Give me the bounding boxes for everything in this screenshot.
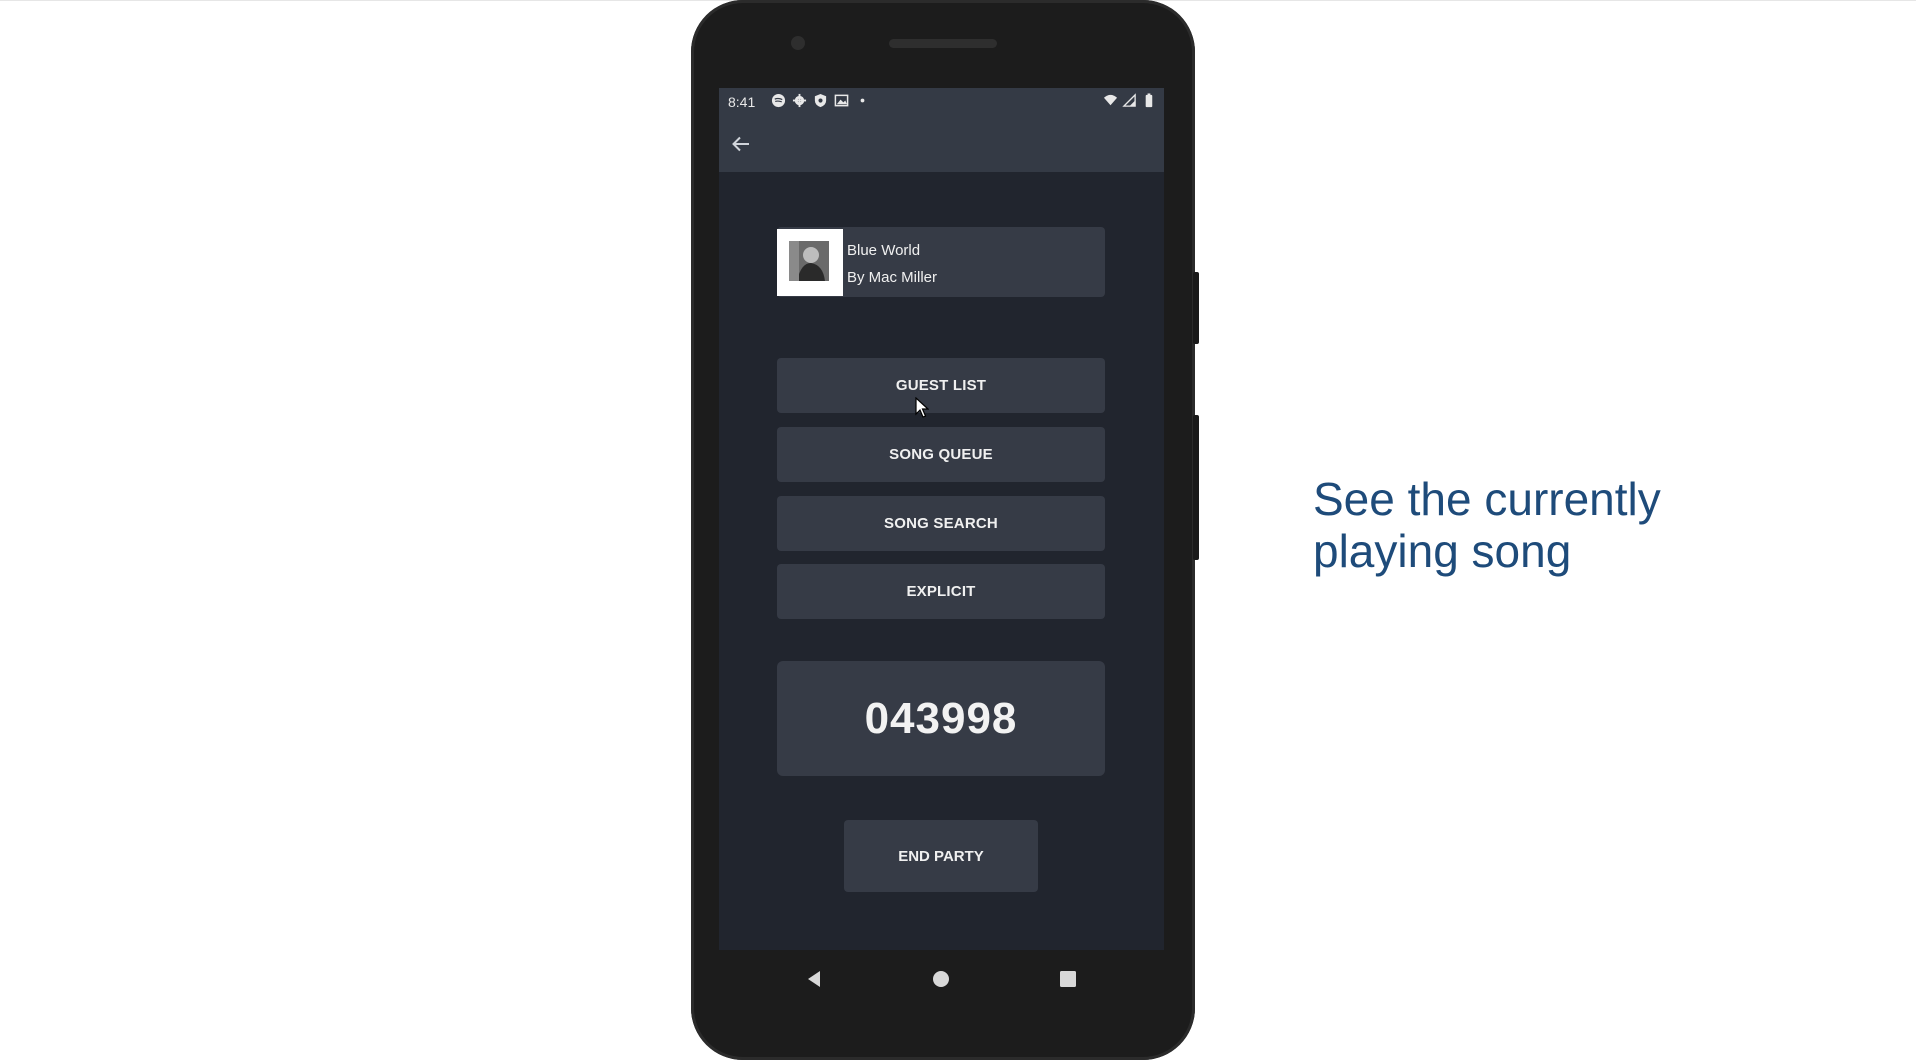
image-icon bbox=[834, 94, 849, 107]
wifi-icon bbox=[1103, 94, 1118, 106]
song-search-button[interactable]: SONG SEARCH bbox=[777, 496, 1105, 551]
front-camera bbox=[791, 36, 805, 50]
guest-list-button[interactable]: GUEST LIST bbox=[777, 358, 1105, 413]
battery-icon bbox=[1145, 93, 1153, 108]
song-queue-button[interactable]: SONG QUEUE bbox=[777, 427, 1105, 482]
album-cover-image bbox=[789, 241, 829, 281]
gear-icon bbox=[792, 93, 807, 108]
app-bar bbox=[719, 116, 1164, 172]
arrow-left-icon bbox=[732, 136, 749, 152]
back-triangle-icon bbox=[808, 971, 820, 987]
party-code: 043998 bbox=[777, 661, 1105, 776]
end-party-button[interactable]: END PARTY bbox=[844, 820, 1038, 892]
back-button[interactable] bbox=[725, 128, 757, 160]
status-bar: 8:41 bbox=[719, 88, 1164, 116]
mouse-cursor-icon bbox=[915, 396, 930, 424]
shield-icon bbox=[814, 93, 827, 108]
earpiece-speaker bbox=[889, 39, 997, 48]
side-button-volume bbox=[1193, 415, 1199, 560]
explicit-button[interactable]: EXPLICIT bbox=[777, 564, 1105, 619]
now-playing-card[interactable]: Blue World By Mac Miller bbox=[777, 227, 1105, 297]
song-artist: By Mac Miller bbox=[847, 269, 938, 286]
dot-icon bbox=[860, 98, 865, 103]
phone-screen: 8:41 Blue World By Mac Miller GUEST LIST… bbox=[719, 88, 1164, 950]
home-circle-icon bbox=[933, 971, 949, 987]
spotify-icon bbox=[771, 93, 786, 108]
nav-home-button[interactable] bbox=[926, 964, 956, 994]
caption-line-1: See the currently bbox=[1313, 473, 1661, 525]
nav-recents-button[interactable] bbox=[1053, 964, 1083, 994]
recents-square-icon bbox=[1060, 971, 1076, 987]
system-nav-bar bbox=[719, 950, 1164, 1006]
slide-caption: See the currently playing song bbox=[1313, 473, 1661, 577]
status-time: 8:41 bbox=[728, 94, 756, 110]
nav-back-button[interactable] bbox=[799, 964, 829, 994]
side-button-top bbox=[1193, 272, 1199, 344]
caption-line-2: playing song bbox=[1313, 525, 1572, 577]
song-title: Blue World bbox=[847, 242, 921, 259]
signal-icon bbox=[1122, 93, 1136, 107]
album-art bbox=[777, 229, 843, 296]
